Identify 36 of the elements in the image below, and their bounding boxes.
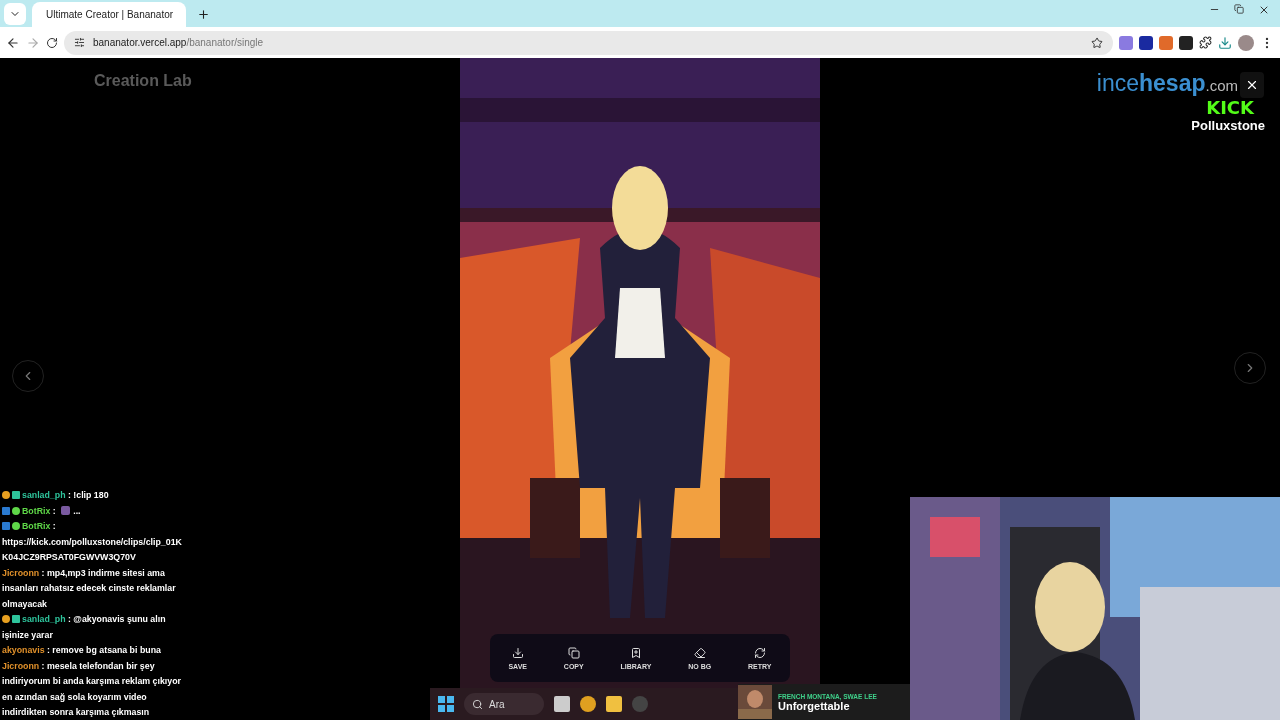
- brand-logo: incehesap.com: [1096, 70, 1238, 97]
- download-icon[interactable]: [1218, 35, 1232, 50]
- extension-icon[interactable]: [1179, 35, 1193, 50]
- channel-name: Polluxstone: [1191, 118, 1265, 133]
- coin-badge-icon: [2, 615, 10, 623]
- song-title: Unforgettable: [778, 699, 851, 712]
- bookmark-star-icon[interactable]: [1091, 36, 1103, 49]
- chat-message: sanlad_ph : !clip 180: [2, 488, 188, 504]
- coin-badge-icon: [2, 491, 10, 499]
- url-host: bananator.vercel.app: [93, 37, 187, 48]
- profile-avatar[interactable]: [1238, 34, 1254, 51]
- windows-icon[interactable]: [438, 696, 454, 712]
- close-button[interactable]: [1240, 72, 1264, 98]
- back-icon[interactable]: [6, 35, 20, 50]
- chat-message: sanlad_ph : @akyonavis şunu alın işinize yarar: [2, 613, 167, 642]
- address-bar[interactable]: bananator.vercel.app/bananator/single: [64, 30, 1113, 55]
- chat-message: BotRix : ...: [2, 503, 188, 519]
- site-settings-icon[interactable]: [74, 37, 85, 48]
- platform-logo: KICK: [1206, 97, 1254, 118]
- extension-icon[interactable]: [1139, 35, 1153, 50]
- chat-message: Jicroonn : mp4,mp3 indirme sitesi ama insanları rahatsız edecek cinste reklamlar olmayacak: [2, 566, 177, 611]
- restore-icon[interactable]: [1234, 3, 1244, 14]
- url-path: /bananator/single: [186, 37, 265, 48]
- plus-icon: [196, 7, 210, 21]
- extensions-icon[interactable]: [1199, 36, 1212, 49]
- subscriber-badge-icon: [12, 491, 20, 499]
- search-field[interactable]: Ara: [464, 693, 544, 715]
- chat-message: Jicroonn : mesela telefondan bir şey indiriyorum bi anda karşıma reklam çıkıyor en azından sağ sola koyarım video indirdikten sonra karşıma çıkmasın: [2, 659, 182, 719]
- page-title: Creation Lab: [94, 72, 193, 90]
- chat-message: akyonavis : remove bg atsana bi buna: [2, 644, 162, 657]
- subscriber-badge-icon: [12, 615, 20, 623]
- browser-tab[interactable]: Ultimate Creator | Bananator: [32, 2, 186, 27]
- search-icon: [472, 698, 483, 710]
- chat-message: BotRix : https://kick.com/polluxstone/clips/clip_01KK04JCZ9RPSAT0FGWVW3Q70V: [2, 520, 183, 564]
- reload-icon[interactable]: [46, 36, 58, 49]
- close-icon: [1245, 78, 1259, 92]
